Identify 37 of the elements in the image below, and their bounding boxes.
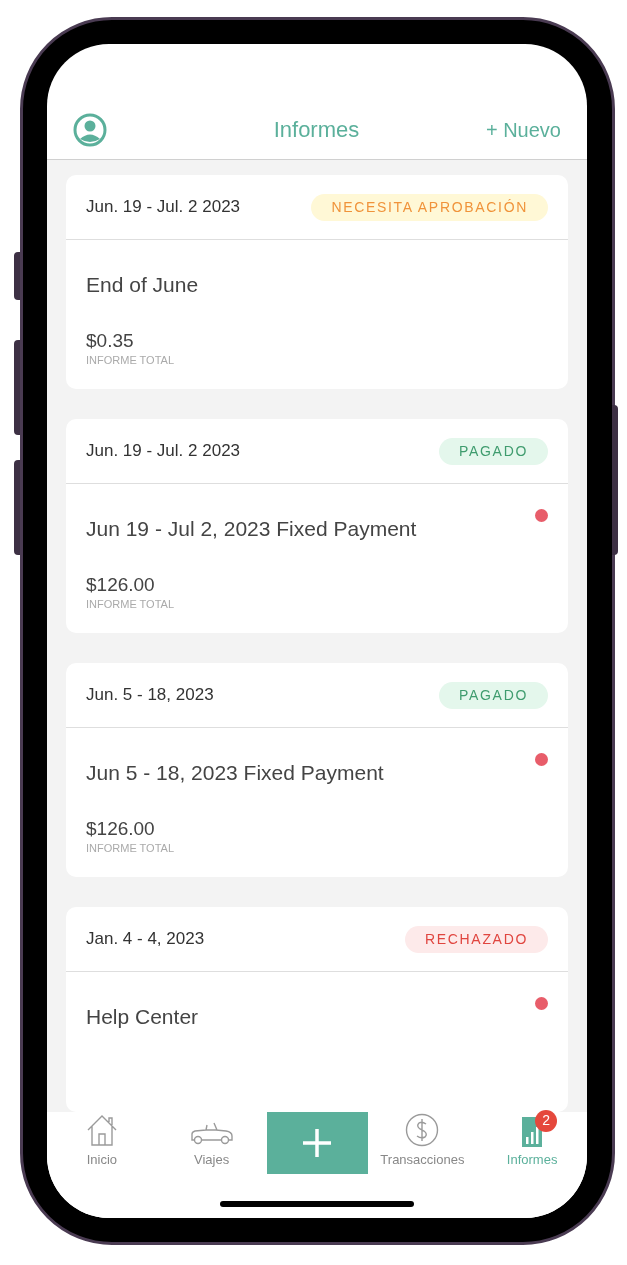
date-range: Jun. 19 - Jul. 2 2023 (86, 440, 241, 463)
date-range: Jun. 5 - 18, 2023 (86, 684, 214, 707)
date-range: Jan. 4 - 4, 2023 (86, 928, 205, 951)
tab-label: Transacciones (380, 1150, 465, 1169)
profile-icon[interactable] (73, 112, 107, 147)
report-card[interactable]: Jun. 5 - 18, 2023 PAGADO Jun 5 - 18, 2023 Fixed Payment $126.00 INFORME TOTAL (66, 663, 568, 877)
status-badge: RECHAZADO (404, 925, 548, 953)
report-title: End of June (86, 272, 200, 298)
new-button[interactable]: + Nuevo (485, 114, 561, 145)
report-card[interactable]: Jun. 19 - Jul. 2 2023 PAGADO Jun 19 - Jul 2, 2023 Fixed Payment $126.00 INFORME TOTAL (66, 419, 568, 633)
report-amount: $126.00 (86, 573, 156, 597)
status-badge: NECESITA APROBACIÓN (311, 193, 548, 221)
amount-label: INFORME TOTAL (86, 841, 175, 855)
status-badge: PAGADO (439, 681, 548, 709)
car-icon (189, 1120, 234, 1147)
report-card[interactable]: Jan. 4 - 4, 2023 RECHAZADO Help Center (66, 907, 568, 1112)
tab-label: Viajes (194, 1150, 230, 1169)
tab-label: Informes (506, 1150, 558, 1169)
report-card[interactable]: Jun. 19 - Jul. 2 2023 NECESITA APROBACIÓN End of June $0.35 INFORME TOTAL (66, 175, 568, 389)
report-title: Jun 19 - Jul 2, 2023 Fixed Payment (86, 516, 418, 542)
page-title: Informes (273, 116, 360, 144)
tab-item[interactable]: 2 Informes (477, 1112, 587, 1174)
add-button[interactable] (266, 1112, 368, 1174)
report-title: Help Center (86, 1004, 200, 1030)
report-title: Jun 5 - 18, 2023 Fixed Payment (86, 760, 385, 786)
tab-label: Inicio (86, 1150, 118, 1169)
plus-icon (302, 1128, 332, 1158)
date-range: Jun. 19 - Jul. 2 2023 (86, 196, 241, 219)
report-amount: $0.35 (86, 329, 135, 353)
dollar-icon (405, 1112, 440, 1147)
tab-item[interactable]: Viajes (156, 1112, 267, 1174)
tab-item[interactable]: Transacciones (367, 1112, 478, 1174)
report-amount: $126.00 (86, 817, 156, 841)
amount-label: INFORME TOTAL (86, 597, 175, 611)
tab-item[interactable]: Inicio (47, 1112, 157, 1174)
amount-label: INFORME TOTAL (86, 353, 175, 367)
status-badge: PAGADO (439, 437, 548, 465)
